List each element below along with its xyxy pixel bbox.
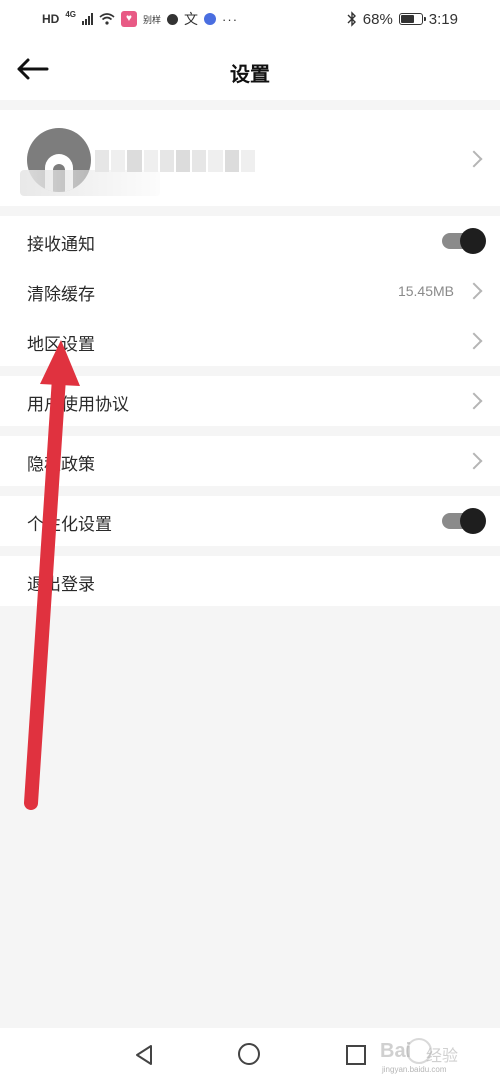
- chevron-right-icon: [465, 150, 483, 168]
- receive-notifications-row: 接收通知: [0, 216, 500, 266]
- profile-card[interactable]: [0, 110, 500, 206]
- clear-cache-row[interactable]: 清除缓存 15.45MB: [0, 266, 500, 316]
- status-bar: HD 4G ♥ 别样 文 ··· 68% 3:19: [0, 0, 500, 40]
- battery-percent: 68%: [362, 10, 393, 28]
- privacy-policy-row[interactable]: 隐私政策: [0, 436, 500, 486]
- wen-app-icon: 文: [184, 11, 199, 27]
- settings-group-agreement: 用户使用协议: [0, 376, 500, 426]
- settings-group-general: 接收通知 清除缓存 15.45MB 地区设置: [0, 216, 500, 366]
- toggle-knob: [460, 508, 486, 534]
- user-agreement-row[interactable]: 用户使用协议: [0, 376, 500, 426]
- battery-icon: [398, 13, 426, 25]
- redacted-username: [95, 150, 256, 172]
- cache-size: 15.45MB: [397, 283, 454, 299]
- status-left: HD 4G ♥ 别样 文 ···: [42, 9, 238, 29]
- redacted-name-smudge: [20, 170, 160, 196]
- toggle-knob: [460, 228, 486, 254]
- circle-home-icon[interactable]: [238, 1043, 260, 1065]
- page-title: 设置: [230, 62, 270, 86]
- chevron-right-icon: [465, 282, 483, 300]
- status-right: 68% 3:19: [347, 9, 458, 29]
- personalization-label: 个性化设置: [27, 515, 112, 535]
- app-notification-icon: ♥: [121, 11, 138, 27]
- settings-group-privacy: 隐私政策: [0, 436, 500, 486]
- app-tag: 别样: [143, 14, 162, 25]
- battery-fill: [400, 15, 414, 23]
- personalization-toggle[interactable]: [442, 508, 486, 534]
- square-recent-icon[interactable]: [346, 1045, 366, 1065]
- wifi-icon: [99, 13, 115, 25]
- chevron-right-icon: [465, 392, 483, 410]
- privacy-policy-label: 隐私政策: [27, 455, 95, 475]
- chevron-right-icon: [465, 332, 483, 350]
- logout-label: 退出登录: [27, 575, 95, 595]
- clear-cache-label: 清除缓存: [27, 285, 95, 305]
- more-notifications-icon: ···: [222, 11, 239, 27]
- header: 设置: [0, 40, 500, 100]
- settings-group-logout: 退出登录: [0, 556, 500, 606]
- bluetooth-icon: [347, 11, 356, 27]
- settings-group-personalization: 个性化设置: [0, 496, 500, 546]
- triangle-back-icon[interactable]: [133, 1044, 155, 1066]
- region-settings-label: 地区设置: [27, 335, 95, 355]
- music-icon: [204, 13, 217, 25]
- receive-notifications-toggle[interactable]: [442, 228, 486, 254]
- personalization-row: 个性化设置: [0, 496, 500, 546]
- clock: 3:19: [428, 10, 458, 28]
- hd-icon: HD: [42, 12, 60, 26]
- region-settings-row[interactable]: 地区设置: [0, 316, 500, 366]
- chevron-right-icon: [465, 452, 483, 470]
- receive-notifications-label: 接收通知: [27, 235, 95, 255]
- signal-icon: [82, 13, 94, 25]
- baidu-jingyan-watermark: Bai 经验 jingyan.baidu.com: [380, 1038, 459, 1074]
- message-icon: [167, 13, 179, 25]
- user-agreement-label: 用户使用协议: [27, 395, 129, 415]
- network-type: 4G: [65, 9, 77, 19]
- logout-row[interactable]: 退出登录: [0, 556, 500, 606]
